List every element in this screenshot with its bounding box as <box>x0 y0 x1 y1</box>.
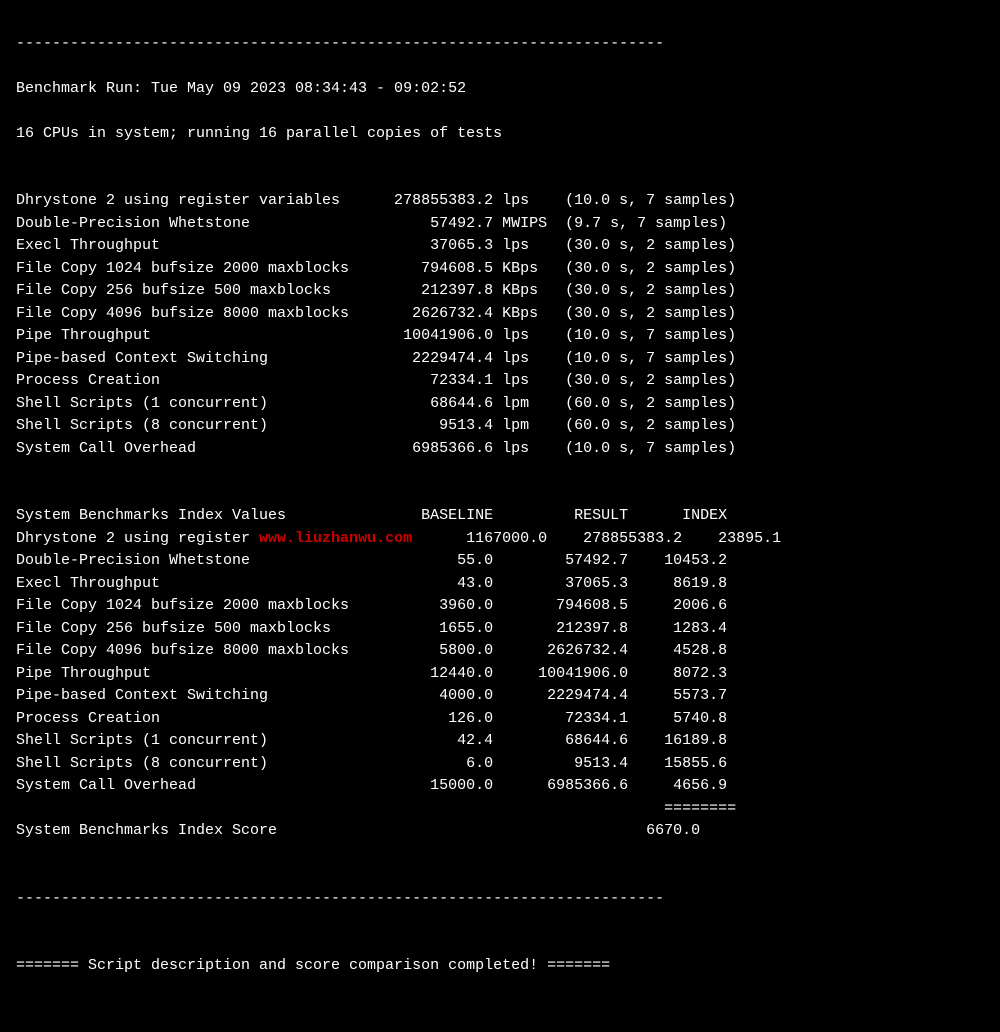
score-line: System Benchmarks Index Score 6670.0 <box>16 822 700 839</box>
separator-top: ----------------------------------------… <box>16 35 664 52</box>
cpu-info: 16 CPUs in system; running 16 parallel c… <box>16 125 502 142</box>
index-row: Shell Scripts (1 concurrent) 42.4 68644.… <box>16 732 727 749</box>
watermark-text: www.liuzhanwu.com <box>259 530 412 547</box>
index-row: Double-Precision Whetstone 55.0 57492.7 … <box>16 552 727 569</box>
terminal-output: ----------------------------------------… <box>16 10 984 1000</box>
result-row: Double-Precision Whetstone 57492.7 MWIPS… <box>16 215 727 232</box>
result-row: System Call Overhead 6985366.6 lps (10.0… <box>16 440 736 457</box>
index-row: Shell Scripts (8 concurrent) 6.0 9513.4 … <box>16 755 727 772</box>
index-row: Pipe Throughput 12440.0 10041906.0 8072.… <box>16 665 727 682</box>
index-row: Pipe-based Context Switching 4000.0 2229… <box>16 687 727 704</box>
index-row-watermark: Dhrystone 2 using register www.liuzhanwu… <box>16 530 781 547</box>
result-row: File Copy 256 bufsize 500 maxblocks 2123… <box>16 282 736 299</box>
index-header: System Benchmarks Index Values BASELINE … <box>16 507 727 524</box>
result-row: Dhrystone 2 using register variables 278… <box>16 192 736 209</box>
result-row: Pipe-based Context Switching 2229474.4 l… <box>16 350 736 367</box>
result-row: Process Creation 72334.1 lps (30.0 s, 2 … <box>16 372 736 389</box>
index-row: File Copy 1024 bufsize 2000 maxblocks 39… <box>16 597 727 614</box>
footer-separator: ----------------------------------------… <box>16 890 664 907</box>
index-row: File Copy 256 bufsize 500 maxblocks 1655… <box>16 620 727 637</box>
index-row: File Copy 4096 bufsize 8000 maxblocks 58… <box>16 642 727 659</box>
result-row: Shell Scripts (1 concurrent) 68644.6 lpm… <box>16 395 736 412</box>
result-row: File Copy 1024 bufsize 2000 maxblocks 79… <box>16 260 736 277</box>
index-row: Execl Throughput 43.0 37065.3 8619.8 <box>16 575 727 592</box>
index-row: Process Creation 126.0 72334.1 5740.8 <box>16 710 727 727</box>
benchmark-run-label: Benchmark Run: Tue May 09 2023 08:34:43 … <box>16 80 466 97</box>
index-section: System Benchmarks Index Values BASELINE … <box>16 507 781 839</box>
result-row: Pipe Throughput 10041906.0 lps (10.0 s, … <box>16 327 736 344</box>
results-section: Dhrystone 2 using register variables 278… <box>16 192 736 457</box>
result-row: File Copy 4096 bufsize 8000 maxblocks 26… <box>16 305 736 322</box>
equals-line: ======== <box>16 800 736 817</box>
result-row: Execl Throughput 37065.3 lps (30.0 s, 2 … <box>16 237 736 254</box>
result-row: Shell Scripts (8 concurrent) 9513.4 lpm … <box>16 417 736 434</box>
index-row: System Call Overhead 15000.0 6985366.6 4… <box>16 777 727 794</box>
footer-message: ======= Script description and score com… <box>16 957 610 974</box>
